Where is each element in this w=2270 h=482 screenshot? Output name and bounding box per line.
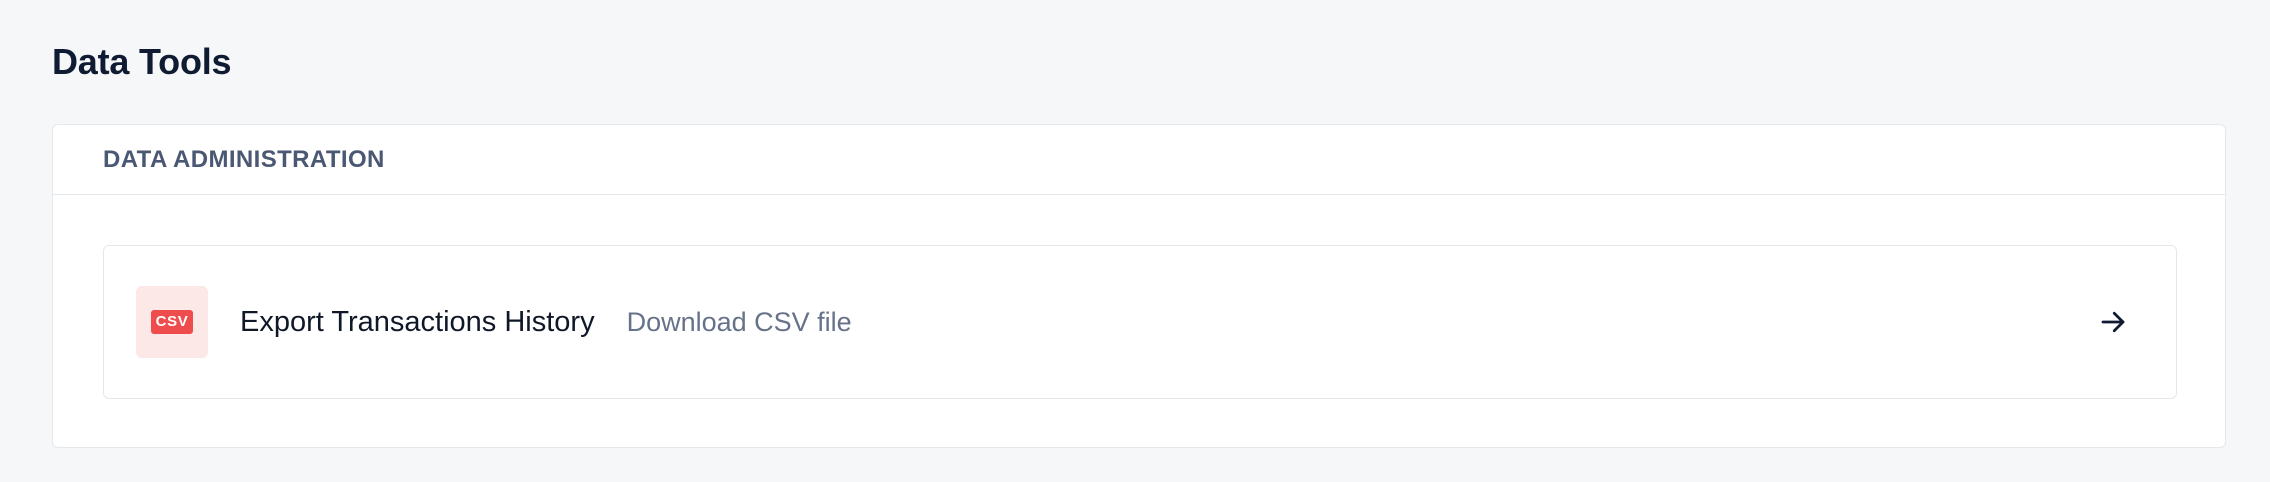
arrow-right-icon[interactable] [2098, 307, 2128, 337]
data-administration-card: DATA ADMINISTRATION CSV Export Transacti… [52, 124, 2226, 448]
item-subtitle: Download CSV file [626, 306, 852, 337]
csv-badge-label: CSV [150, 310, 194, 334]
section-title: DATA ADMINISTRATION [103, 145, 385, 173]
card-header: DATA ADMINISTRATION [53, 125, 2225, 195]
export-transactions-history-item[interactable]: CSV Export Transactions History Download… [103, 245, 2177, 399]
item-title: Export Transactions History [240, 305, 595, 338]
page-title: Data Tools [52, 41, 232, 82]
csv-file-icon: CSV [136, 286, 208, 358]
